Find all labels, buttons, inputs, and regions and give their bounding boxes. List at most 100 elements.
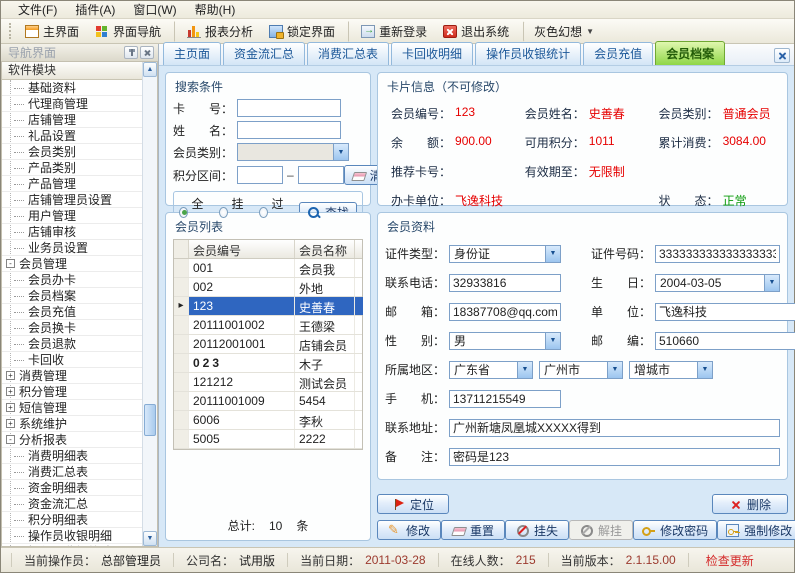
table-row[interactable]: 002 外地: [174, 278, 362, 297]
toolbar-button[interactable]: 报表分析: [174, 21, 261, 42]
chevron-down-icon[interactable]: ▼: [517, 362, 532, 378]
tree-item[interactable]: 会员办卡: [2, 272, 142, 288]
tree-item[interactable]: 用户管理: [2, 208, 142, 224]
expand-toggle-icon[interactable]: +: [6, 387, 15, 396]
toolbar-button[interactable]: 重新登录: [348, 21, 435, 42]
chevron-down-icon[interactable]: ▼: [764, 275, 779, 291]
expand-toggle-icon[interactable]: +: [6, 371, 15, 380]
table-row[interactable]: 121212 测试会员: [174, 373, 362, 392]
tree-item[interactable]: 基础资料: [2, 80, 142, 96]
status-value[interactable]: 2.1.15.00: [626, 553, 676, 567]
chevron-down-icon[interactable]: ▼: [607, 362, 622, 378]
table-row[interactable]: 023 木子: [174, 354, 362, 373]
chevron-down-icon[interactable]: ▼: [545, 333, 560, 349]
expand-toggle-icon[interactable]: -: [6, 435, 15, 444]
tab[interactable]: 主页面: [163, 42, 221, 65]
points-min-input[interactable]: [237, 166, 283, 184]
toolbar-button[interactable]: 退出系统: [435, 21, 517, 42]
table-row[interactable]: 20112001001 店铺会员: [174, 335, 362, 354]
tree-item[interactable]: 操作员收银明细: [2, 528, 142, 544]
tree-item[interactable]: 会员充值: [2, 304, 142, 320]
tree-item[interactable]: 店铺管理员设置: [2, 192, 142, 208]
chevron-down-icon[interactable]: ▼: [545, 246, 560, 262]
expand-toggle-icon[interactable]: -: [6, 259, 15, 268]
status-value[interactable]: 2011-03-28: [365, 553, 426, 567]
sidebar-scrollbar[interactable]: ▲ ▼: [142, 62, 157, 546]
toolbar-button[interactable]: 主界面: [17, 21, 87, 42]
pin-icon[interactable]: [124, 46, 138, 59]
tree-item[interactable]: 礼品设置: [2, 128, 142, 144]
tree-item[interactable]: 会员换卡: [2, 320, 142, 336]
tree-item[interactable]: 会员退款: [2, 336, 142, 352]
status-value[interactable]: 总部管理员: [101, 552, 161, 569]
chevron-down-icon[interactable]: ▼: [333, 144, 348, 160]
company-input[interactable]: [655, 303, 795, 321]
tree-item[interactable]: + 积分管理: [2, 384, 142, 400]
tree-item[interactable]: 资金明细表: [2, 480, 142, 496]
scroll-up-icon[interactable]: ▲: [143, 62, 157, 77]
tree-item[interactable]: 资金流汇总: [2, 496, 142, 512]
menu-item[interactable]: 帮助(H): [186, 0, 245, 19]
table-row[interactable]: 20111001002 王德梁: [174, 316, 362, 335]
mobile-input[interactable]: [449, 390, 561, 408]
tree-item[interactable]: 产品管理: [2, 176, 142, 192]
column-header-id[interactable]: 会员编号: [189, 240, 295, 258]
phone-input[interactable]: [449, 274, 561, 292]
tree-item[interactable]: 店铺审核: [2, 224, 142, 240]
tree-item[interactable]: 代理商管理: [2, 96, 142, 112]
address-input[interactable]: [449, 419, 780, 437]
zip-input[interactable]: [655, 332, 795, 350]
tree-item[interactable]: + 系统维护: [2, 416, 142, 432]
status-value[interactable]: 215: [516, 553, 536, 567]
tree-item[interactable]: 消费明细表: [2, 448, 142, 464]
skin-selector-button[interactable]: 灰色幻想 ▼: [523, 21, 602, 42]
member-type-select[interactable]: ▼: [237, 143, 349, 161]
id-number-input[interactable]: [655, 245, 780, 263]
tab[interactable]: 资金流汇总: [223, 42, 305, 65]
toolbar-button[interactable]: 界面导航: [87, 21, 169, 42]
tree-item[interactable]: - 分析报表: [2, 432, 142, 448]
email-input[interactable]: [449, 303, 561, 321]
expand-toggle-icon[interactable]: +: [6, 419, 15, 428]
table-row[interactable]: 20111001009 5454: [174, 392, 362, 411]
province-select[interactable]: 广东省▼: [449, 361, 533, 379]
tree-item[interactable]: 积分明细表: [2, 512, 142, 528]
reset-button[interactable]: 重置: [441, 520, 505, 540]
report-loss-button[interactable]: 挂失: [505, 520, 569, 540]
scrollbar-thumb[interactable]: [144, 404, 156, 436]
district-select[interactable]: 增城市▼: [629, 361, 713, 379]
tree-item[interactable]: 消费汇总表: [2, 464, 142, 480]
scroll-down-icon[interactable]: ▼: [143, 531, 157, 546]
tree-item[interactable]: 业务员设置: [2, 240, 142, 256]
tree-item[interactable]: + 消费管理: [2, 368, 142, 384]
points-max-input[interactable]: [298, 166, 344, 184]
table-row[interactable]: 6006 李秋: [174, 411, 362, 430]
tree-item[interactable]: + 短信管理: [2, 400, 142, 416]
city-select[interactable]: 广州市▼: [539, 361, 623, 379]
gender-select[interactable]: 男▼: [449, 332, 561, 350]
menu-item[interactable]: 文件(F): [9, 0, 66, 19]
tree-item[interactable]: 会员类别: [2, 144, 142, 160]
card-number-input[interactable]: [237, 99, 341, 117]
table-row[interactable]: 001 会员我: [174, 259, 362, 278]
scrollbar-track[interactable]: [143, 77, 157, 531]
locate-button[interactable]: 定位: [377, 494, 449, 514]
expand-toggle-icon[interactable]: +: [6, 403, 15, 412]
tab[interactable]: 会员充值: [583, 42, 653, 65]
column-header-name[interactable]: 会员名称: [295, 240, 355, 258]
tab[interactable]: 消费汇总表: [307, 42, 389, 65]
change-password-button[interactable]: 修改密码: [633, 520, 717, 540]
status-value[interactable]: 试用版: [239, 552, 275, 569]
toolbar-button[interactable]: 锁定界面: [261, 21, 343, 42]
id-type-select[interactable]: 身份证▼: [449, 245, 561, 263]
chevron-down-icon[interactable]: ▼: [697, 362, 712, 378]
modify-button[interactable]: 修改: [377, 520, 441, 540]
tree-root-node[interactable]: 软件模块: [2, 62, 142, 80]
tree-item[interactable]: 操作员收银统计: [2, 544, 142, 546]
table-row[interactable]: ▸ 123 史善春: [174, 297, 362, 316]
tab[interactable]: 操作员收银统计: [475, 42, 581, 65]
name-input[interactable]: [237, 121, 341, 139]
tree-item[interactable]: 产品类别: [2, 160, 142, 176]
tree-item[interactable]: - 会员管理: [2, 256, 142, 272]
table-row[interactable]: 5005 2222: [174, 430, 362, 449]
